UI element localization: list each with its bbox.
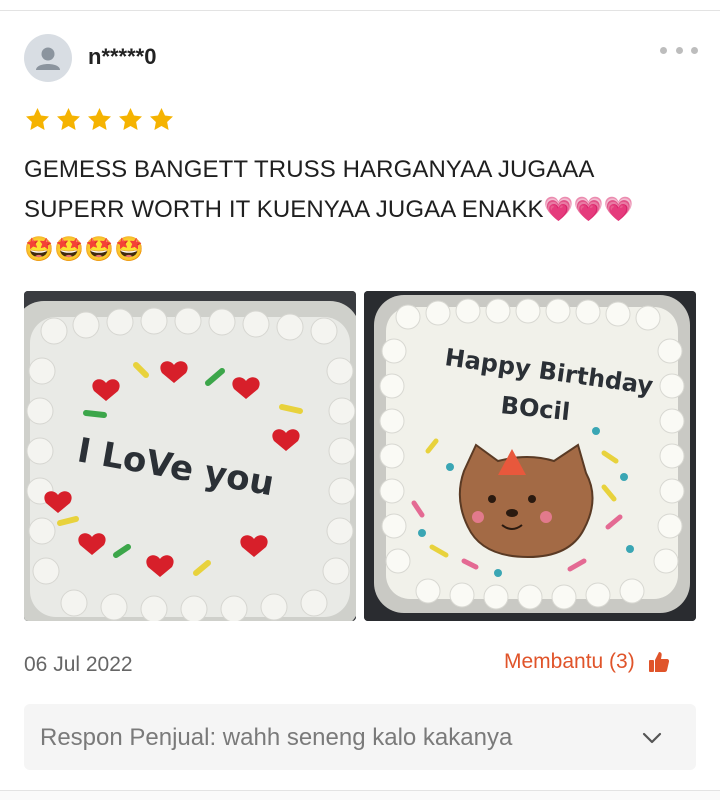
seller-response-text: Respon Penjual: wahh seneng kalo kakanya: [40, 724, 513, 751]
star-icon: [119, 108, 142, 130]
review-text: GEMESS BANGETT TRUSS HARGANYAA JUGAAA SU…: [24, 156, 634, 263]
top-divider: [0, 0, 720, 11]
reviewer-username: n*****0: [88, 44, 157, 69]
helpful-button[interactable]: Membantu (3): [504, 650, 671, 674]
star-icon: [88, 108, 111, 130]
star-rating: [24, 106, 175, 133]
chevron-down-icon[interactable]: [640, 726, 664, 750]
star-icon: [26, 108, 49, 130]
more-dots-icon[interactable]: [660, 40, 698, 60]
star-icon: [150, 108, 173, 130]
thumbs-up-icon: [648, 652, 669, 672]
review-photo-1[interactable]: I LoVe you: [24, 291, 356, 621]
review-photo-2[interactable]: Happy Birthday BOcil: [364, 291, 696, 621]
star-icon: [57, 108, 80, 130]
user-avatar-icon[interactable]: [24, 34, 72, 82]
seller-response-box[interactable]: Respon Penjual: wahh seneng kalo kakanya: [24, 704, 696, 770]
helpful-label: Membantu (3): [504, 650, 635, 673]
review-date: 06 Jul 2022: [24, 653, 133, 676]
